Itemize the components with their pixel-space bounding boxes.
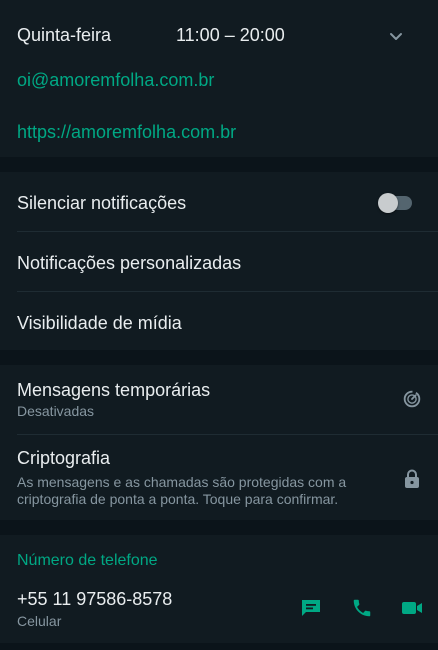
email-row[interactable]: oi@amoremfolha.com.br bbox=[0, 58, 438, 104]
business-hours-day: Quinta-feira bbox=[17, 25, 112, 45]
section-gap bbox=[0, 157, 438, 172]
mute-toggle[interactable] bbox=[378, 192, 414, 214]
phone-section-title: Número de telefone bbox=[17, 552, 158, 569]
custom-notifications-label: Notificações personalizadas bbox=[17, 253, 242, 273]
phone-icon[interactable] bbox=[349, 595, 375, 621]
business-info-card: Quinta-feira 11:00 – 20:00 oi@amoremfolh… bbox=[0, 0, 438, 157]
mute-notifications-label: Silenciar notificações bbox=[17, 193, 187, 213]
website-row[interactable]: https://amoremfolha.com.br bbox=[0, 110, 438, 156]
media-visibility-row[interactable]: Visibilidade de mídia bbox=[0, 292, 438, 350]
phone-number-row[interactable]: +55 11 97586-8578 Celular bbox=[0, 581, 438, 643]
chevron-down-icon[interactable] bbox=[384, 24, 408, 48]
disappearing-messages-label: Mensagens temporárias bbox=[17, 380, 211, 400]
website-link[interactable]: https://amoremfolha.com.br bbox=[17, 122, 236, 143]
message-icon[interactable] bbox=[298, 595, 324, 621]
bottom-gap bbox=[0, 643, 438, 650]
mute-notifications-row[interactable]: Silenciar notificações bbox=[0, 172, 438, 232]
section-gap bbox=[0, 350, 438, 365]
encryption-label: Criptografia bbox=[17, 448, 111, 468]
video-icon[interactable] bbox=[399, 595, 425, 621]
custom-notifications-row[interactable]: Notificações personalizadas bbox=[0, 232, 438, 292]
business-hours-time: 11:00 – 20:00 bbox=[176, 25, 285, 45]
privacy-card: Mensagens temporárias Desativadas Cripto… bbox=[0, 365, 438, 520]
phone-number: +55 11 97586-8578 bbox=[17, 589, 173, 609]
lock-icon bbox=[400, 467, 424, 491]
disappearing-messages-status: Desativadas bbox=[17, 403, 95, 419]
section-gap bbox=[0, 520, 438, 535]
phone-type: Celular bbox=[17, 613, 62, 629]
media-visibility-label: Visibilidade de mídia bbox=[17, 313, 182, 333]
encryption-row[interactable]: Criptografia As mensagens e as chamadas … bbox=[0, 435, 438, 520]
encryption-description-line2: criptografia de ponta a ponta. Toque par… bbox=[17, 491, 339, 507]
encryption-description-line1: As mensagens e as chamadas são protegida… bbox=[17, 474, 347, 490]
mute-toggle-knob bbox=[378, 193, 398, 213]
email-link[interactable]: oi@amoremfolha.com.br bbox=[17, 70, 214, 91]
phone-card: Número de telefone +55 11 97586-8578 Cel… bbox=[0, 535, 438, 643]
disappearing-messages-row[interactable]: Mensagens temporárias Desativadas bbox=[0, 365, 438, 434]
timer-icon bbox=[400, 387, 424, 411]
notifications-card: Silenciar notificações Notificações pers… bbox=[0, 172, 438, 350]
